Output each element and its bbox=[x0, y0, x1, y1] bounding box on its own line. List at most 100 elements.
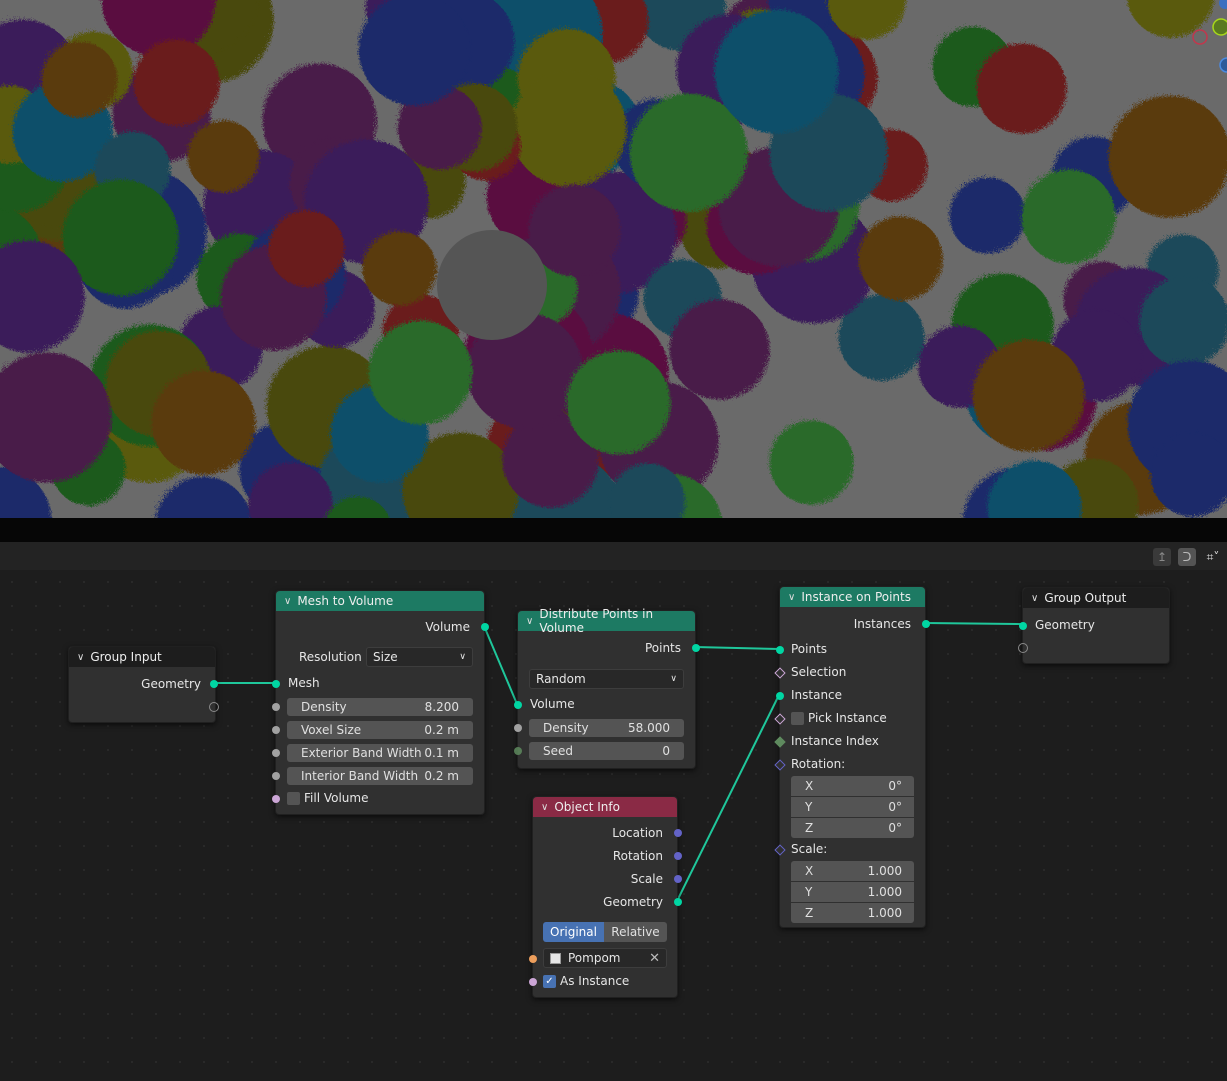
mode-dropdown[interactable]: Random ∨ bbox=[529, 669, 684, 689]
scale-x-field[interactable]: X 1.000 bbox=[791, 861, 914, 881]
output-volume: Volume bbox=[276, 617, 484, 637]
overlay-icon[interactable]: ⌗˅ bbox=[1200, 548, 1226, 566]
node-distribute-points-in-volume[interactable]: ∨ Distribute Points in Volume Points Rand… bbox=[514, 607, 700, 769]
node-instance-on-points[interactable]: ∨ Instance on Points Instances Points Sel… bbox=[774, 586, 930, 928]
mode-value: Random bbox=[536, 672, 586, 686]
socket-empty[interactable] bbox=[1018, 643, 1028, 653]
field-label: Voxel Size bbox=[301, 723, 362, 737]
voxel-size-field[interactable]: Voxel Size 0.2 m bbox=[287, 721, 473, 739]
socket-exterior-band-width[interactable] bbox=[272, 749, 280, 757]
area-divider[interactable] bbox=[0, 518, 1227, 542]
node-group-output[interactable]: ∨ Group Output Geometry bbox=[1018, 587, 1170, 664]
socket-instance[interactable] bbox=[776, 692, 784, 700]
socket-volume-input[interactable] bbox=[514, 701, 522, 709]
pick-instance-checkbox[interactable] bbox=[791, 712, 804, 725]
snap-icon[interactable]: ᑐ bbox=[1178, 548, 1196, 566]
node-header[interactable]: ∨ Object Info bbox=[533, 797, 677, 817]
field-value: 58.000 bbox=[628, 721, 670, 735]
collapse-chevron-icon[interactable]: ∨ bbox=[526, 616, 533, 627]
rotation-z-field[interactable]: Z 0° bbox=[791, 818, 914, 838]
socket-empty[interactable] bbox=[209, 702, 219, 712]
axis-value: 1.000 bbox=[867, 906, 902, 920]
y-axis-circle[interactable] bbox=[1212, 18, 1227, 36]
node-header[interactable]: ∨ Group Input bbox=[69, 647, 215, 667]
rotation-x-field[interactable]: X 0° bbox=[791, 776, 914, 796]
instance-index-label: Instance Index bbox=[791, 734, 879, 748]
collapse-chevron-icon[interactable]: ∨ bbox=[788, 592, 795, 603]
resolution-value: Size bbox=[373, 650, 398, 664]
chevron-down-icon: ∨ bbox=[459, 652, 466, 662]
socket-label: Scale bbox=[630, 872, 663, 886]
socket-as-instance[interactable] bbox=[529, 978, 537, 986]
scale-y-field[interactable]: Y 1.000 bbox=[791, 882, 914, 902]
output-rotation: Rotation bbox=[533, 846, 677, 866]
node-header[interactable]: ∨ Distribute Points in Volume bbox=[518, 607, 695, 635]
exterior-band-width-field[interactable]: Exterior Band Width 0.1 m bbox=[287, 744, 473, 762]
socket-interior-band-width[interactable] bbox=[272, 772, 280, 780]
object-name: Pompom bbox=[568, 951, 621, 965]
node-object-info[interactable]: ∨ Object Info Location Rotation Scale Geo… bbox=[529, 796, 682, 998]
node-title: Object Info bbox=[554, 800, 620, 814]
socket-scale[interactable] bbox=[674, 875, 682, 883]
output-location: Location bbox=[533, 823, 677, 843]
socket-density[interactable] bbox=[272, 703, 280, 711]
socket-seed[interactable] bbox=[514, 747, 522, 755]
socket-label: Rotation bbox=[612, 849, 663, 863]
fill-volume-label: Fill Volume bbox=[304, 791, 369, 805]
collapse-chevron-icon[interactable]: ∨ bbox=[77, 652, 84, 663]
socket-volume[interactable] bbox=[481, 623, 489, 631]
field-value: 0.2 m bbox=[424, 723, 459, 737]
socket-points[interactable] bbox=[776, 646, 784, 654]
collapse-chevron-icon[interactable]: ∨ bbox=[284, 596, 291, 607]
fill-volume-checkbox[interactable] bbox=[287, 792, 300, 805]
socket-location[interactable] bbox=[674, 829, 682, 837]
node-header[interactable]: ∨ Mesh to Volume bbox=[276, 591, 484, 611]
resolution-dropdown[interactable]: Size ∨ bbox=[366, 647, 473, 667]
relative-toggle[interactable]: Relative bbox=[604, 922, 667, 942]
z-axis-circle[interactable] bbox=[1219, 57, 1227, 73]
density-field[interactable]: Density 8.200 bbox=[287, 698, 473, 716]
socket-mesh[interactable] bbox=[272, 680, 280, 688]
axis-label: X bbox=[805, 779, 814, 793]
seed-field[interactable]: Seed 0 bbox=[529, 742, 684, 760]
socket-geometry[interactable] bbox=[210, 680, 218, 688]
node-mesh-to-volume[interactable]: ∨ Mesh to Volume Volume Resolution Size ∨ … bbox=[272, 590, 489, 815]
clear-icon[interactable]: ✕ bbox=[649, 951, 660, 966]
axis-label: Z bbox=[805, 821, 814, 835]
node-title: Mesh to Volume bbox=[297, 594, 394, 608]
x-axis-circle[interactable] bbox=[1192, 29, 1208, 45]
socket-fill-volume[interactable] bbox=[272, 795, 280, 803]
node-header[interactable]: ∨ Group Output bbox=[1023, 588, 1169, 608]
field-value: 0.2 m bbox=[424, 769, 459, 783]
field-value: 8.200 bbox=[424, 700, 459, 714]
navigation-gizmo[interactable] bbox=[0, 0, 1227, 518]
collapse-chevron-icon[interactable]: ∨ bbox=[1031, 593, 1038, 604]
object-picker[interactable]: Pompom ✕ bbox=[543, 948, 667, 968]
rotation-y-field[interactable]: Y 0° bbox=[791, 797, 914, 817]
parent-node-tree-icon[interactable]: ↥ bbox=[1153, 548, 1171, 566]
scale-z-field[interactable]: Z 1.000 bbox=[791, 903, 914, 923]
field-label: Interior Band Width bbox=[301, 769, 419, 783]
socket-rotation[interactable] bbox=[674, 852, 682, 860]
socket-geometry[interactable] bbox=[1019, 622, 1027, 630]
field-label: Density bbox=[301, 700, 347, 714]
node-group-input[interactable]: ∨ Group Input Geometry bbox=[68, 646, 219, 723]
socket-object[interactable] bbox=[529, 955, 537, 963]
node-header[interactable]: ∨ Instance on Points bbox=[780, 587, 925, 607]
axis-value: 1.000 bbox=[867, 864, 902, 878]
original-toggle[interactable]: Original bbox=[543, 922, 604, 942]
collapse-chevron-icon[interactable]: ∨ bbox=[541, 802, 548, 813]
socket-voxel-size[interactable] bbox=[272, 726, 280, 734]
axis-value: 1.000 bbox=[867, 885, 902, 899]
3d-viewport[interactable] bbox=[0, 0, 1227, 518]
socket-points[interactable] bbox=[692, 644, 700, 652]
output-instances: Instances bbox=[780, 614, 925, 634]
socket-density[interactable] bbox=[514, 724, 522, 732]
density-field[interactable]: Density 58.000 bbox=[529, 719, 684, 737]
socket-instances[interactable] bbox=[922, 620, 930, 628]
z-axis-top-circle[interactable] bbox=[1219, 0, 1227, 9]
as-instance-checkbox[interactable]: ✓ bbox=[543, 975, 556, 988]
transform-space-toggle[interactable]: Original Relative bbox=[543, 922, 667, 942]
interior-band-width-field[interactable]: Interior Band Width 0.2 m bbox=[287, 767, 473, 785]
socket-geometry[interactable] bbox=[674, 898, 682, 906]
